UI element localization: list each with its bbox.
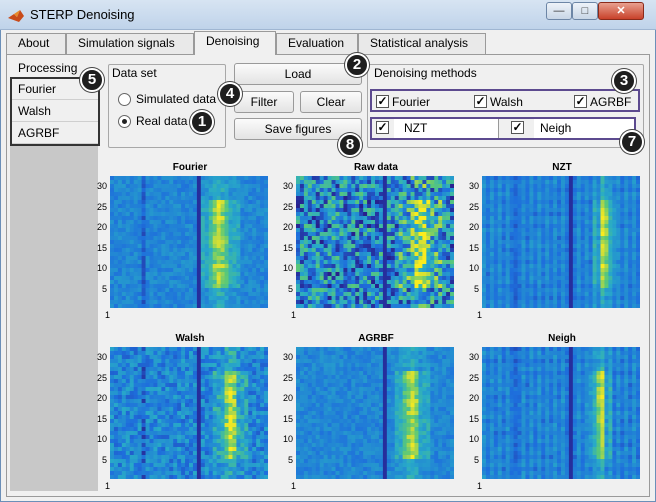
y-tick-label: 20 (282, 222, 293, 232)
heatmap-image (482, 176, 640, 308)
y-tick-label: 5 (287, 283, 293, 294)
y-tick-label: 15 (96, 413, 107, 424)
x-tick-label: 1 (290, 310, 296, 320)
y-tick-label: 20 (96, 222, 107, 232)
y-tick-label: 15 (468, 242, 479, 253)
x-tick-label: 1 (104, 310, 110, 320)
y-tick-label: 25 (468, 201, 479, 212)
x-tick-label: 1 (290, 481, 296, 491)
plot-title: NZT (552, 162, 572, 173)
y-tick-label: 10 (282, 434, 293, 444)
y-tick-label: 25 (282, 372, 293, 383)
y-tick-label: 20 (282, 393, 293, 403)
heatmap-image (110, 176, 268, 308)
y-tick-label: 5 (101, 454, 107, 465)
y-tick-label: 5 (287, 454, 293, 465)
plot-title: Raw data (354, 162, 398, 173)
plot-title: Walsh (175, 333, 205, 344)
y-tick-label: 25 (468, 372, 479, 383)
y-tick-label: 5 (473, 454, 479, 465)
x-tick-label: 1 (476, 481, 482, 491)
y-tick-label: 30 (282, 181, 293, 191)
y-tick-label: 30 (468, 181, 479, 191)
y-tick-label: 10 (96, 434, 107, 444)
y-tick-label: 15 (282, 242, 293, 253)
y-tick-label: 20 (468, 222, 479, 232)
heatmap-image (296, 347, 454, 479)
y-tick-label: 15 (468, 413, 479, 424)
y-tick-label: 25 (282, 201, 293, 212)
heatmap-image (482, 347, 640, 479)
y-tick-label: 25 (96, 201, 107, 212)
plot-title: Fourier (172, 162, 208, 173)
y-tick-label: 20 (96, 393, 107, 403)
y-tick-label: 30 (96, 181, 107, 191)
x-tick-label: 1 (476, 310, 482, 320)
plot-title: AGRBF (358, 333, 394, 344)
plot-title: Neigh (548, 333, 576, 344)
y-tick-label: 30 (96, 352, 107, 362)
y-tick-label: 10 (96, 263, 107, 273)
y-tick-label: 5 (473, 283, 479, 294)
y-tick-label: 10 (282, 263, 293, 273)
heatmap-image (110, 347, 268, 479)
tab-denoising[interactable]: Denoising (194, 31, 276, 55)
x-tick-label: 1 (104, 481, 110, 491)
y-tick-label: 10 (468, 263, 479, 273)
y-tick-label: 30 (468, 352, 479, 362)
y-tick-label: 25 (96, 372, 107, 383)
y-tick-label: 15 (282, 413, 293, 424)
plots-area: Fourier 30 25 20 15 10 5 1 Raw data 30 25 20 15 10 5 1 N… (0, 0, 656, 502)
y-tick-label: 30 (282, 352, 293, 362)
heatmap-image (296, 176, 454, 308)
y-tick-label: 15 (96, 242, 107, 253)
y-tick-label: 10 (468, 434, 479, 444)
y-tick-label: 20 (468, 393, 479, 403)
y-tick-label: 5 (101, 283, 107, 294)
